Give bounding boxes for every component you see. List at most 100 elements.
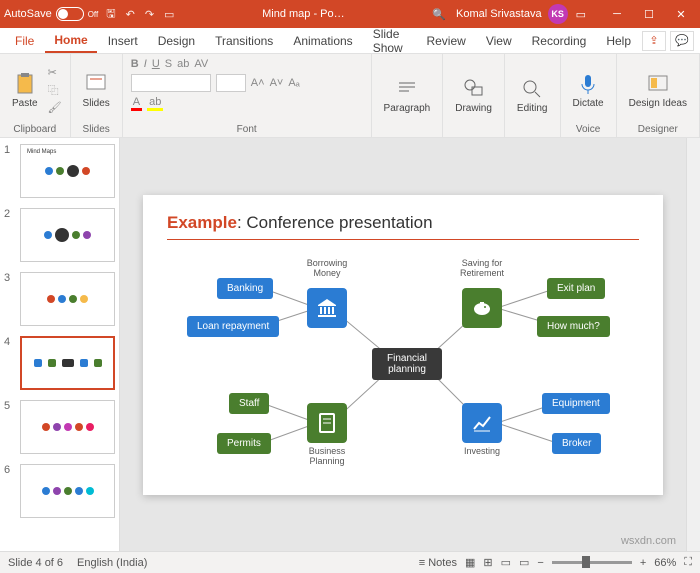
node-permits[interactable]: Permits xyxy=(217,433,271,454)
vertical-scrollbar[interactable] xyxy=(686,138,700,551)
thumbnail-2[interactable]: 2 xyxy=(4,208,115,262)
language-button[interactable]: English (India) xyxy=(77,557,147,569)
sorter-view-icon[interactable]: ⊞ xyxy=(483,556,492,569)
decrease-font-button[interactable]: A˅ xyxy=(270,77,284,89)
zoom-slider[interactable] xyxy=(552,561,632,564)
node-loan[interactable]: Loan repayment xyxy=(187,316,279,337)
tab-home[interactable]: Home xyxy=(45,29,96,53)
font-family-select[interactable] xyxy=(131,74,211,92)
autosave-toggle[interactable]: AutoSave Off xyxy=(4,7,98,21)
clipboard-icon xyxy=(315,411,339,435)
node-center[interactable]: Financial planning xyxy=(372,348,442,380)
node-investing-icon[interactable] xyxy=(462,403,502,443)
underline-button[interactable]: U xyxy=(152,58,160,70)
designer-label: Designer xyxy=(625,124,691,135)
notes-button[interactable]: ≡ Notes xyxy=(419,557,457,569)
undo-icon[interactable]: ↶ xyxy=(126,8,135,21)
node-howmuch[interactable]: How much? xyxy=(537,316,610,337)
dictate-button[interactable]: Dictate xyxy=(569,70,608,111)
paste-button[interactable]: Paste xyxy=(8,70,42,111)
ribbon: Paste ✂ ⿻ 🖌 Clipboard Slides Slides B I … xyxy=(0,54,700,138)
font-color-icon[interactable]: A xyxy=(131,96,142,111)
thumbnail-1[interactable]: 1Mind Maps xyxy=(4,144,115,198)
node-saving-icon[interactable] xyxy=(462,288,502,328)
thumbnail-5[interactable]: 5 xyxy=(4,400,115,454)
text-shadow-button[interactable]: ab xyxy=(177,58,189,70)
tab-animations[interactable]: Animations xyxy=(284,30,361,52)
chart-icon xyxy=(470,411,494,435)
node-borrowing-icon[interactable] xyxy=(307,288,347,328)
reading-view-icon[interactable]: ▭ xyxy=(501,556,511,569)
tab-transitions[interactable]: Transitions xyxy=(206,30,282,52)
slides-label: Slides xyxy=(79,124,114,135)
tab-design[interactable]: Design xyxy=(149,30,204,52)
zoom-in-button[interactable]: + xyxy=(640,557,646,569)
save-icon[interactable]: 🖫 xyxy=(106,5,115,24)
slide-thumbnails[interactable]: 1Mind Maps 2 3 4 5 6 xyxy=(0,138,120,551)
comments-icon[interactable]: 💬 xyxy=(670,31,694,51)
label-investing: Investing xyxy=(452,446,512,456)
slides-button[interactable]: Slides xyxy=(79,70,114,111)
ribbon-display-icon[interactable]: ▭ xyxy=(576,8,586,21)
paragraph-button[interactable]: Paragraph xyxy=(380,75,435,116)
tab-view[interactable]: View xyxy=(477,30,521,52)
drawing-button[interactable]: Drawing xyxy=(451,75,496,116)
redo-icon[interactable]: ↷ xyxy=(145,8,154,21)
label-saving: Saving for Retirement xyxy=(452,258,512,278)
clear-format-button[interactable]: Aₐ xyxy=(288,77,299,89)
editing-button[interactable]: Editing xyxy=(513,75,552,116)
tab-file[interactable]: File xyxy=(6,30,43,52)
thumbnail-4[interactable]: 4 xyxy=(4,336,115,390)
quick-access-toolbar: 🖫 ↶ ↷ ▭ xyxy=(106,5,174,24)
thumbnail-3[interactable]: 3 xyxy=(4,272,115,326)
group-clipboard: Paste ✂ ⿻ 🖌 Clipboard xyxy=(0,54,71,137)
window-controls: ─ ☐ ✕ xyxy=(602,8,696,21)
tab-recording[interactable]: Recording xyxy=(523,30,596,52)
share-icon[interactable]: ⇪ xyxy=(642,31,666,51)
tab-help[interactable]: Help xyxy=(597,30,640,52)
zoom-level[interactable]: 66% xyxy=(654,557,676,569)
node-broker[interactable]: Broker xyxy=(552,433,601,454)
node-staff[interactable]: Staff xyxy=(229,393,269,414)
ribbon-tabs: File Home Insert Design Transitions Anim… xyxy=(0,28,700,54)
search-icon[interactable]: 🔍 xyxy=(432,8,446,21)
tab-insert[interactable]: Insert xyxy=(99,30,147,52)
slide-canvas[interactable]: Example: Conference presentation xyxy=(120,138,686,551)
slide-counter[interactable]: Slide 4 of 6 xyxy=(8,557,63,569)
slideshow-view-icon[interactable]: ▭ xyxy=(519,556,529,569)
autosave-state: Off xyxy=(88,10,99,19)
node-exit[interactable]: Exit plan xyxy=(547,278,605,299)
zoom-out-button[interactable]: − xyxy=(537,557,543,569)
voice-label: Voice xyxy=(569,124,608,135)
format-painter-icon[interactable]: 🖌 xyxy=(48,101,62,114)
fit-window-icon[interactable]: ⛶ xyxy=(684,556,692,569)
label-business: Business Planning xyxy=(297,446,357,466)
maximize-icon[interactable]: ☐ xyxy=(634,8,664,21)
node-banking[interactable]: Banking xyxy=(217,278,273,299)
copy-icon[interactable]: ⿻ xyxy=(48,82,62,98)
toggle-off-icon[interactable] xyxy=(56,7,84,21)
design-ideas-button[interactable]: Design Ideas xyxy=(625,70,691,111)
thumbnail-6[interactable]: 6 xyxy=(4,464,115,518)
tab-review[interactable]: Review xyxy=(417,30,474,52)
user-account[interactable]: Komal Srivastava KS xyxy=(456,4,568,24)
highlight-icon[interactable]: ab xyxy=(147,96,163,111)
strike-button[interactable]: S xyxy=(165,58,172,70)
slide[interactable]: Example: Conference presentation xyxy=(143,195,663,495)
group-paragraph: Paragraph xyxy=(372,54,444,137)
spacing-button[interactable]: AV xyxy=(194,58,208,70)
group-voice: Dictate Voice xyxy=(561,54,617,137)
cut-icon[interactable]: ✂ xyxy=(48,66,62,79)
node-business-icon[interactable] xyxy=(307,403,347,443)
normal-view-icon[interactable]: ▦ xyxy=(465,556,475,569)
font-size-select[interactable] xyxy=(216,74,246,92)
italic-button[interactable]: I xyxy=(144,58,147,70)
node-equipment[interactable]: Equipment xyxy=(542,393,610,414)
close-icon[interactable]: ✕ xyxy=(666,8,696,21)
slideshow-icon[interactable]: ▭ xyxy=(164,8,174,21)
bold-button[interactable]: B xyxy=(131,58,139,70)
increase-font-button[interactable]: A˄ xyxy=(251,77,265,89)
minimize-icon[interactable]: ─ xyxy=(602,8,632,21)
microphone-icon xyxy=(576,72,600,96)
bank-icon xyxy=(315,296,339,320)
